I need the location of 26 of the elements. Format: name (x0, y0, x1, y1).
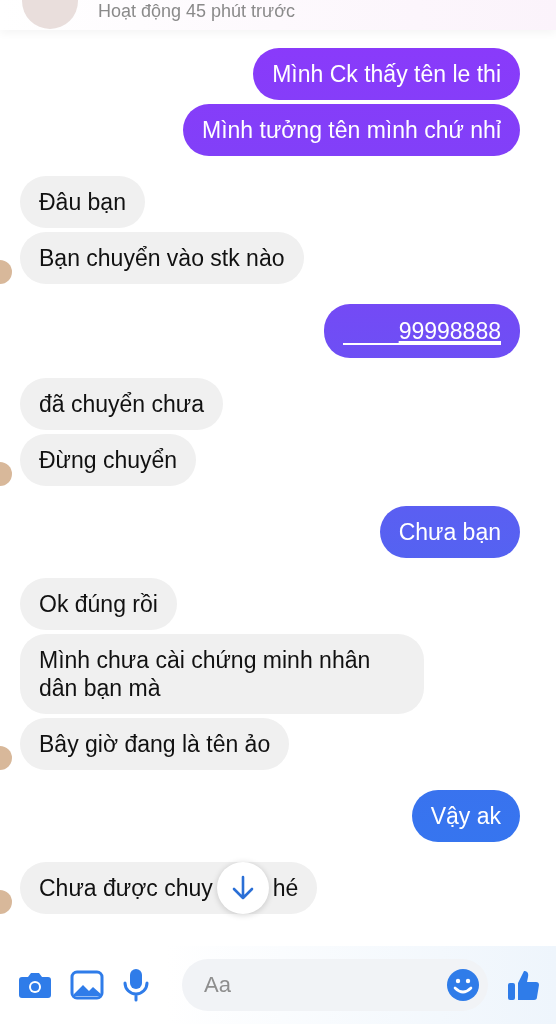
message-bubble: Chưa bạn (379, 506, 520, 558)
camera-button[interactable] (18, 970, 52, 1000)
microphone-button[interactable] (122, 968, 150, 1002)
message-bubble: Đâu bạn (20, 176, 145, 228)
message-text: hé (272, 874, 299, 902)
message-bubble: Bây giờ đang là tên ảo (20, 718, 290, 770)
message-bubble: Đừng chuyển (20, 434, 197, 486)
camera-icon (18, 970, 52, 1000)
active-status: Hoạt động 45 phút trước (98, 1, 295, 21)
scroll-down-button[interactable] (216, 862, 269, 914)
message-bubble: Vậy ak (411, 790, 520, 842)
message-bubble: Mình tưởng tên mình chứ nhỉ (182, 104, 520, 156)
message-bubble: Mình chưa cài chứng minh nhân dân bạn mà (20, 634, 424, 714)
message-bubble: Mình Ck thấy tên le thi (253, 48, 520, 100)
message-field[interactable]: Aa (182, 959, 488, 1011)
arrow-down-icon (231, 875, 254, 901)
emoji-icon (446, 968, 480, 1002)
message-text: Chưa được chuy (39, 874, 213, 902)
message-bubble: Bạn chuyển vào stk nào (20, 232, 304, 284)
microphone-icon (122, 968, 150, 1002)
image-icon (70, 970, 104, 1000)
message-bubble: đã chuyển chưa (20, 378, 223, 430)
message-bubble: Ok đúng rồi (20, 578, 177, 630)
message-input[interactable]: Aa (202, 971, 446, 999)
account-number-link[interactable]: 99998888 (342, 319, 501, 345)
gallery-button[interactable] (70, 970, 104, 1000)
